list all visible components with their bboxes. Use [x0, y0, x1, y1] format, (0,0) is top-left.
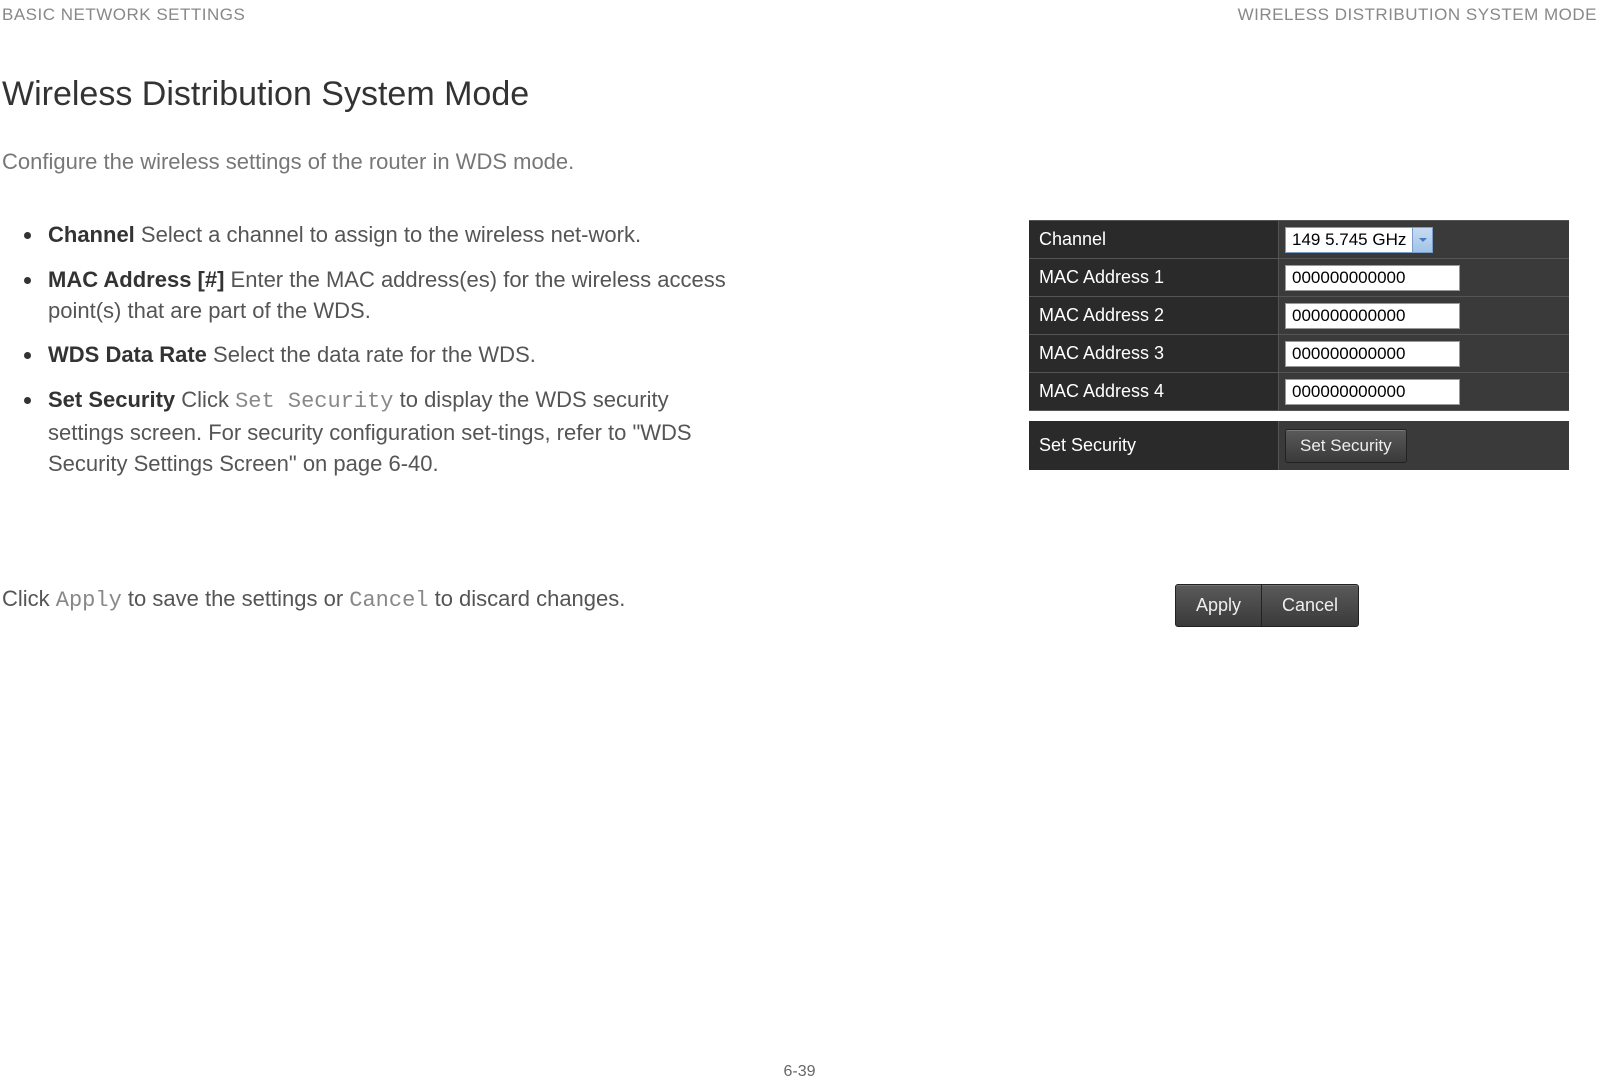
mac1-label: MAC Address 1	[1029, 259, 1279, 296]
bullet-channel-label: Channel	[48, 222, 135, 247]
settings-panel: Channel 149 5.745 GHz MAC Address 1 MAC …	[1029, 220, 1569, 494]
bullet-rate-text: Select the data rate for the WDS.	[207, 342, 536, 367]
set-security-button[interactable]: Set Security	[1285, 429, 1407, 463]
bullet-rate-label: WDS Data Rate	[48, 342, 207, 367]
ac-mid: to save the settings or	[122, 586, 349, 611]
mac4-input[interactable]	[1285, 379, 1460, 405]
channel-dropdown[interactable]: 149 5.745 GHz	[1285, 227, 1433, 253]
channel-label: Channel	[1029, 221, 1279, 258]
set-security-label: Set Security	[1029, 421, 1279, 470]
description-list: Channel Select a channel to assign to th…	[2, 220, 742, 480]
header-right: WIRELESS DISTRIBUTION SYSTEM MODE	[1238, 5, 1597, 25]
bullet-channel-text: Select a channel to assign to the wirele…	[135, 222, 641, 247]
ac-post: to discard changes.	[428, 586, 625, 611]
intro-text: Configure the wireless settings of the r…	[2, 149, 1599, 175]
bullet-mac: MAC Address [#] Enter the MAC address(es…	[24, 265, 742, 327]
page-number: 6-39	[783, 1063, 815, 1081]
page-title: Wireless Distribution System Mode	[2, 75, 1599, 114]
mac1-input[interactable]	[1285, 265, 1460, 291]
ac-cancel-mono: Cancel	[349, 588, 428, 613]
mac2-input[interactable]	[1285, 303, 1460, 329]
bullet-security-pre: Click	[175, 387, 235, 412]
bullet-mac-label: MAC Address [#]	[48, 267, 224, 292]
header-left: BASIC NETWORK SETTINGS	[2, 5, 245, 25]
cancel-button[interactable]: Cancel	[1262, 585, 1358, 626]
bullet-security-label: Set Security	[48, 387, 175, 412]
mac3-input[interactable]	[1285, 341, 1460, 367]
bullet-channel: Channel Select a channel to assign to th…	[24, 220, 742, 251]
chevron-down-icon	[1412, 228, 1432, 252]
mac4-label: MAC Address 4	[1029, 373, 1279, 410]
apply-button[interactable]: Apply	[1176, 585, 1262, 626]
mac2-label: MAC Address 2	[1029, 297, 1279, 334]
bullet-rate: WDS Data Rate Select the data rate for t…	[24, 340, 742, 371]
ac-apply-mono: Apply	[56, 588, 122, 613]
channel-dropdown-value: 149 5.745 GHz	[1292, 230, 1412, 250]
apply-cancel-text: Click Apply to save the settings or Canc…	[2, 584, 742, 627]
apply-cancel-button-group: Apply Cancel	[1175, 584, 1359, 627]
mac3-label: MAC Address 3	[1029, 335, 1279, 372]
bullet-security-mono: Set Security	[235, 389, 393, 414]
bullet-security: Set Security Click Set Security to displ…	[24, 385, 742, 479]
ac-pre: Click	[2, 586, 56, 611]
